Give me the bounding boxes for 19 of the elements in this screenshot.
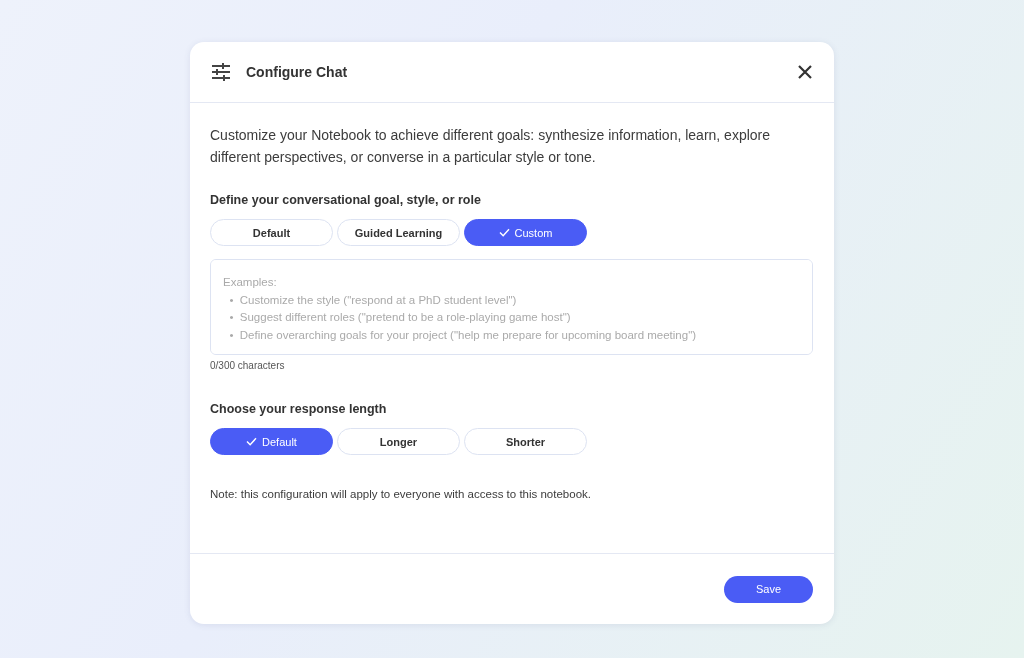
character-counter: 0/300 characters	[210, 360, 286, 371]
option-chip[interactable]: Custom	[464, 219, 587, 246]
prompt-field[interactable]: Examples: • Customize the style ("respond at a PhD student level") • Suggest different roles ("pretend to be a role-playing game host") • Define overarching goals for your project ("help me prepare for upcoming board meeting")	[210, 259, 813, 355]
option-chip[interactable]: Default	[210, 428, 333, 455]
save-button[interactable]: Save	[724, 575, 813, 603]
dialog-title: Configure Chat	[246, 64, 349, 80]
check-icon	[498, 228, 510, 237]
close-button[interactable]	[798, 65, 812, 79]
sliders-icon	[211, 63, 231, 81]
option-chip[interactable]: Guided Learning	[337, 219, 460, 246]
intro-text: Customize your Notebook to achieve different goals: synthesize information, learn, explore different perspectives, or converse in a particular style or tone.	[210, 126, 772, 167]
option-chip[interactable]: Shorter	[464, 428, 587, 455]
option-chip[interactable]: Longer	[337, 428, 460, 455]
close-icon	[798, 65, 812, 79]
section-heading: Define your conversational goal, style, or role	[210, 193, 482, 207]
option-chip[interactable]: Default	[210, 219, 333, 246]
check-icon	[246, 437, 258, 446]
section-heading: Choose your response length	[210, 402, 388, 416]
note-text: Note: this configuration will apply to everyone with access to this notebook.	[210, 488, 592, 500]
